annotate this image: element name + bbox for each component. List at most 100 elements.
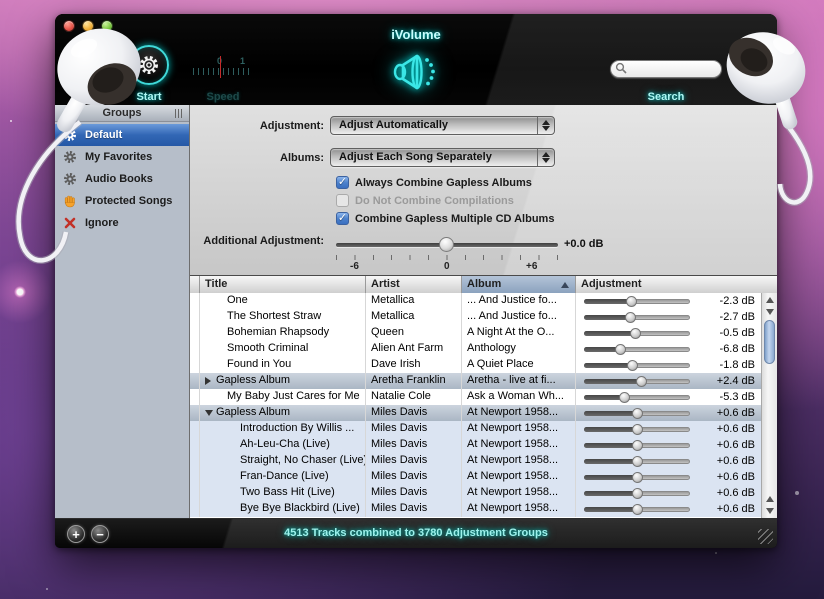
row-slider-knob[interactable]	[632, 488, 643, 499]
checked-checkbox-icon[interactable]: ✓	[336, 176, 349, 189]
disclosure-collapsed-icon[interactable]	[205, 377, 211, 385]
row-slider-knob[interactable]	[627, 360, 638, 371]
table-row[interactable]: Bohemian RhapsodyQueenA Night At the O..…	[190, 325, 761, 341]
artist-cell: Alien Ant Farm	[366, 341, 462, 357]
album-cell: ... And Justice fo...	[462, 309, 576, 325]
additional-adjustment-value: +0.0 dB	[564, 238, 603, 250]
track-title: Gapless Album	[216, 374, 290, 386]
row-slider-knob[interactable]	[625, 312, 636, 323]
table-row[interactable]: My Baby Just Cares for MeNatalie ColeAsk…	[190, 389, 761, 405]
row-volume-slider[interactable]	[584, 299, 690, 304]
row-volume-slider[interactable]	[584, 363, 690, 368]
checkbox-row-2[interactable]: ✓Combine Gapless Multiple CD Albums	[336, 212, 554, 225]
adjustment-cell: -6.8 dB	[576, 341, 761, 357]
row-slider-knob[interactable]	[636, 376, 647, 387]
row-slider-knob[interactable]	[632, 456, 643, 467]
table-row[interactable]: OneMetallica... And Justice fo...-2.3 dB	[190, 293, 761, 309]
ivolume-window: iVolume Start 0 1 Speed	[55, 14, 777, 548]
additional-adjustment-slider[interactable]	[336, 238, 558, 252]
table-row[interactable]: Found in YouDave IrishA Quiet Place-1.8 …	[190, 357, 761, 373]
checked-checkbox-icon[interactable]: ✓	[336, 212, 349, 225]
grip-icon[interactable]	[175, 109, 184, 118]
sidebar-item-my-favorites[interactable]: My Favorites	[55, 146, 189, 168]
table-row[interactable]: Gapless AlbumAretha FranklinAretha - liv…	[190, 373, 761, 389]
sidebar-item-protected-songs[interactable]: Protected Songs	[55, 190, 189, 212]
row-slider-knob[interactable]	[615, 344, 626, 355]
row-volume-slider[interactable]	[584, 427, 690, 432]
sidebar-item-label: Audio Books	[85, 173, 153, 185]
track-title: Fran-Dance (Live)	[240, 470, 329, 482]
row-slider-knob[interactable]	[630, 328, 641, 339]
table-row[interactable]: The Shortest StrawMetallica... And Justi…	[190, 309, 761, 325]
sidebar-item-ignore[interactable]: Ignore	[55, 212, 189, 234]
row-slider-knob[interactable]	[619, 392, 630, 403]
vertical-scrollbar[interactable]	[761, 293, 777, 518]
sidebar-item-default[interactable]: Default	[55, 124, 189, 146]
table-row[interactable]: Straight, No Chaser (Live)Miles DavisAt …	[190, 453, 761, 469]
column-header-adjustment[interactable]: Adjustment	[576, 276, 777, 293]
slider-thumb[interactable]	[439, 237, 454, 252]
scrollbar-thumb[interactable]	[764, 320, 775, 364]
row-volume-slider[interactable]	[584, 459, 690, 464]
row-volume-slider[interactable]	[584, 443, 690, 448]
status-text: 4513 Tracks combined to 3780 Adjustment …	[55, 527, 777, 539]
row-slider-knob[interactable]	[626, 296, 637, 307]
scroll-down-button[interactable]	[763, 306, 777, 318]
adjustment-cell: -1.8 dB	[576, 357, 761, 373]
row-volume-slider[interactable]	[584, 507, 690, 512]
table-row[interactable]: Fran-Dance (Live)Miles DavisAt Newport 1…	[190, 469, 761, 485]
title-cell: Smooth Criminal	[200, 341, 366, 357]
speed-label: Speed	[193, 91, 253, 103]
row-slider-knob[interactable]	[632, 440, 643, 451]
scroll-down-button-bottom[interactable]	[763, 505, 777, 517]
table-row[interactable]: Smooth CriminalAlien Ant FarmAnthology-6…	[190, 341, 761, 357]
table-row[interactable]: Introduction By Willis ...Miles DavisAt …	[190, 421, 761, 437]
row-volume-slider[interactable]	[584, 315, 690, 320]
row-slider-knob[interactable]	[632, 472, 643, 483]
row-volume-slider[interactable]	[584, 395, 690, 400]
table-row[interactable]: Ah-Leu-Cha (Live)Miles DavisAt Newport 1…	[190, 437, 761, 453]
adjustment-value: -1.8 dB	[690, 358, 761, 373]
speed-control[interactable]: 0 1	[193, 56, 253, 80]
row-volume-slider[interactable]	[584, 347, 690, 352]
adjustment-value: +0.6 dB	[690, 454, 761, 469]
table-row[interactable]: Gapless AlbumMiles DavisAt Newport 1958.…	[190, 405, 761, 421]
start-button[interactable]	[129, 45, 169, 85]
row-spacer-cell	[190, 325, 200, 341]
artist-cell: Miles Davis	[366, 469, 462, 485]
sidebar-item-audio-books[interactable]: Audio Books	[55, 168, 189, 190]
scroll-up-button[interactable]	[763, 294, 777, 306]
content-area: Groups DefaultMy FavoritesAudio BooksPro…	[55, 105, 777, 518]
album-cell: Anthology	[462, 341, 576, 357]
row-volume-slider[interactable]	[584, 331, 690, 336]
row-volume-slider[interactable]	[584, 491, 690, 496]
column-header-title[interactable]: Title	[200, 276, 366, 293]
artist-cell: Miles Davis	[366, 485, 462, 501]
adjustment-popup[interactable]: Adjust Automatically	[330, 116, 555, 135]
artist-cell: Metallica	[366, 309, 462, 325]
resize-grip[interactable]	[758, 529, 773, 544]
x-icon	[63, 216, 77, 230]
row-spacer-cell	[190, 405, 200, 421]
album-cell: ... And Justice fo...	[462, 293, 576, 309]
table-body: OneMetallica... And Justice fo...-2.3 dB…	[190, 293, 761, 518]
title-cell: Introduction By Willis ...	[200, 421, 366, 437]
column-header-artist[interactable]: Artist	[366, 276, 462, 293]
column-header-album[interactable]: Album	[462, 276, 576, 293]
row-slider-knob[interactable]	[632, 504, 643, 515]
albums-popup[interactable]: Adjust Each Song Separately	[330, 148, 555, 167]
scroll-up-button-bottom[interactable]	[763, 493, 777, 505]
row-volume-slider[interactable]	[584, 411, 690, 416]
row-slider-knob[interactable]	[632, 408, 643, 419]
slider-scale-mid: 0	[444, 261, 450, 272]
checkbox-row-0[interactable]: ✓Always Combine Gapless Albums	[336, 176, 532, 189]
row-volume-slider[interactable]	[584, 379, 690, 384]
row-volume-slider[interactable]	[584, 475, 690, 480]
table-row[interactable]: Bye Bye Blackbird (Live)Miles DavisAt Ne…	[190, 501, 761, 517]
disclosure-expanded-icon[interactable]	[205, 410, 213, 416]
row-slider-fill	[584, 315, 630, 320]
table-row[interactable]: Two Bass Hit (Live)Miles DavisAt Newport…	[190, 485, 761, 501]
column-header-spacer[interactable]	[190, 276, 200, 293]
title-cell: Two Bass Hit (Live)	[200, 485, 366, 501]
row-slider-knob[interactable]	[632, 424, 643, 435]
